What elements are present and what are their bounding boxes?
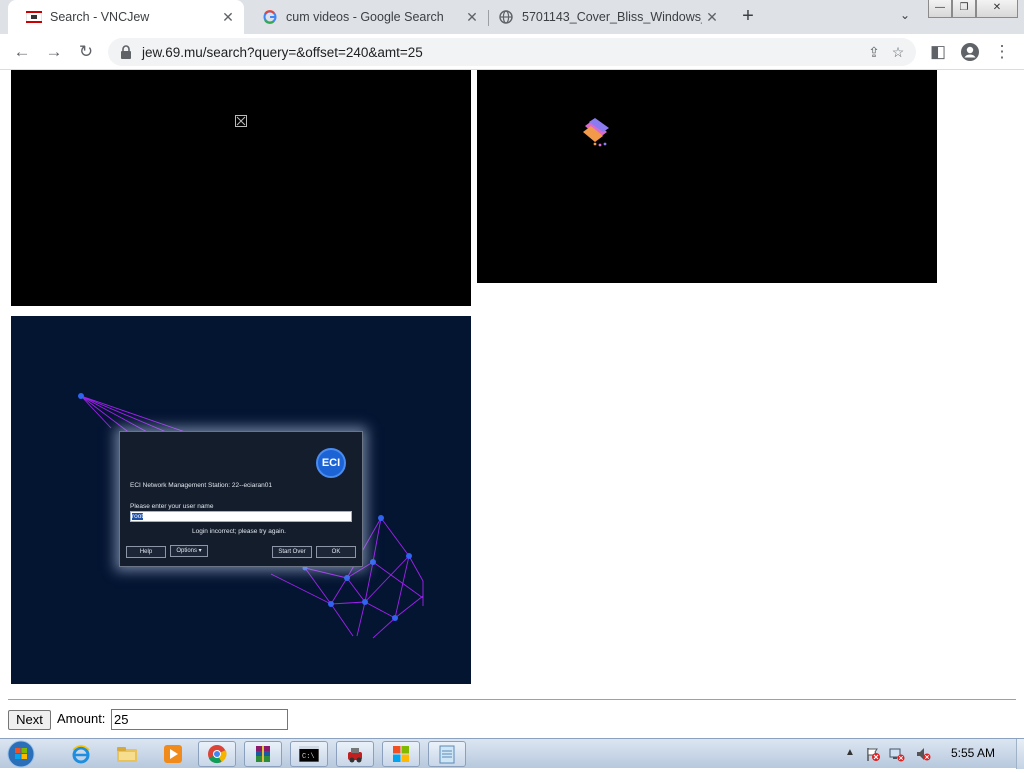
chrome-icon[interactable] xyxy=(198,741,236,767)
vncjew-flag-icon xyxy=(26,9,42,25)
ie-icon[interactable] xyxy=(62,741,100,767)
tool-icon[interactable] xyxy=(336,741,374,767)
paint-icon[interactable] xyxy=(382,741,420,767)
explorer-icon[interactable] xyxy=(108,741,146,767)
network-icon[interactable] xyxy=(889,746,905,762)
divider xyxy=(8,699,1016,700)
close-icon[interactable]: ✕ xyxy=(702,9,722,26)
tab-search-vncjew[interactable]: Search - VNCJew ✕ xyxy=(8,0,244,34)
reload-button[interactable]: ↻ xyxy=(74,40,98,64)
profile-avatar[interactable] xyxy=(958,40,982,64)
svg-text:C:\: C:\ xyxy=(302,753,315,761)
url-text[interactable]: jew.69.mu/search?query=&offset=240&amt=2… xyxy=(142,45,862,60)
notepad-icon[interactable] xyxy=(428,741,466,767)
next-button[interactable]: Next xyxy=(8,710,51,730)
minimize-button[interactable]: — xyxy=(928,0,952,18)
dialog-title: ECI Network Management Station: 22--ecia… xyxy=(130,482,272,489)
username-value: root xyxy=(132,513,144,520)
help-button[interactable]: Help xyxy=(126,546,166,558)
google-g-icon xyxy=(262,9,278,25)
windows-orb-icon xyxy=(7,740,35,768)
action-center-flag-icon[interactable] xyxy=(865,746,881,762)
show-desktop-button[interactable] xyxy=(1016,739,1024,769)
username-prompt: Please enter your user name xyxy=(130,503,214,510)
username-field[interactable]: root xyxy=(130,511,352,522)
vnc-screenshot-thumbnail[interactable] xyxy=(477,70,937,283)
restore-button[interactable]: ❐ xyxy=(952,0,976,18)
address-bar[interactable]: jew.69.mu/search?query=&offset=240&amt=2… xyxy=(108,38,916,66)
globe-icon xyxy=(498,9,514,25)
close-icon[interactable]: ✕ xyxy=(462,9,482,26)
share-icon[interactable]: ⇪ xyxy=(862,44,886,61)
amount-label: Amount: xyxy=(57,711,106,726)
tab-title: 5701143_Cover_Bliss_Windows_X xyxy=(522,10,702,24)
ok-button[interactable]: OK xyxy=(316,546,356,558)
new-tab-button[interactable]: + xyxy=(736,4,760,28)
vnc-screenshot-thumbnail[interactable] xyxy=(11,70,471,306)
tab-title: Search - VNCJew xyxy=(50,10,150,24)
start-over-button[interactable]: Start Over xyxy=(272,546,312,558)
close-window-button[interactable]: ✕ xyxy=(976,0,1018,18)
show-hidden-icons-icon[interactable]: ▲ xyxy=(845,747,855,758)
options-button[interactable]: Options ▾ xyxy=(170,545,208,557)
back-button[interactable]: ← xyxy=(10,40,34,64)
tab-search-button[interactable]: ⌄ xyxy=(896,8,914,26)
winrar-icon[interactable] xyxy=(244,741,282,767)
eci-logo: ECI xyxy=(316,448,346,478)
tab-strip: Search - VNCJew ✕ cum videos - Google Se… xyxy=(0,0,1024,34)
lock-icon[interactable] xyxy=(120,45,132,59)
page-content: ECI ECI Network Management Station: 22--… xyxy=(0,70,1024,738)
tab-google-search[interactable]: cum videos - Google Search ✕ xyxy=(244,0,488,34)
media-player-icon[interactable] xyxy=(154,741,192,767)
vnc-screenshot-thumbnail[interactable]: ECI ECI Network Management Station: 22--… xyxy=(11,316,471,684)
windows-taskbar: C:\ ▲ 5:55 AM xyxy=(0,738,1024,769)
login-dialog: ECI ECI Network Management Station: 22--… xyxy=(119,431,363,567)
tab-title: cum videos - Google Search xyxy=(286,10,444,24)
forward-button[interactable]: → xyxy=(42,40,66,64)
side-panel-button[interactable]: ◧ xyxy=(926,40,950,64)
amount-input[interactable] xyxy=(111,709,288,730)
browser-toolbar: ← → ↻ jew.69.mu/search?query=&offset=240… xyxy=(0,34,1024,70)
close-icon[interactable]: ✕ xyxy=(218,9,238,26)
app-logo-icon xyxy=(583,118,609,147)
cmd-icon[interactable]: C:\ xyxy=(290,741,328,767)
login-error-message: Login incorrect; please try again. xyxy=(192,528,286,535)
taskbar-clock[interactable]: 5:55 AM xyxy=(951,746,995,760)
volume-muted-icon[interactable] xyxy=(915,746,931,762)
start-button[interactable] xyxy=(6,740,42,768)
broken-image-icon xyxy=(235,115,247,127)
bookmark-star-icon[interactable]: ☆ xyxy=(886,44,910,61)
tab-cover-bliss[interactable]: 5701143_Cover_Bliss_Windows_X ✕ xyxy=(480,0,728,34)
menu-button[interactable]: ⋮ xyxy=(990,40,1014,64)
